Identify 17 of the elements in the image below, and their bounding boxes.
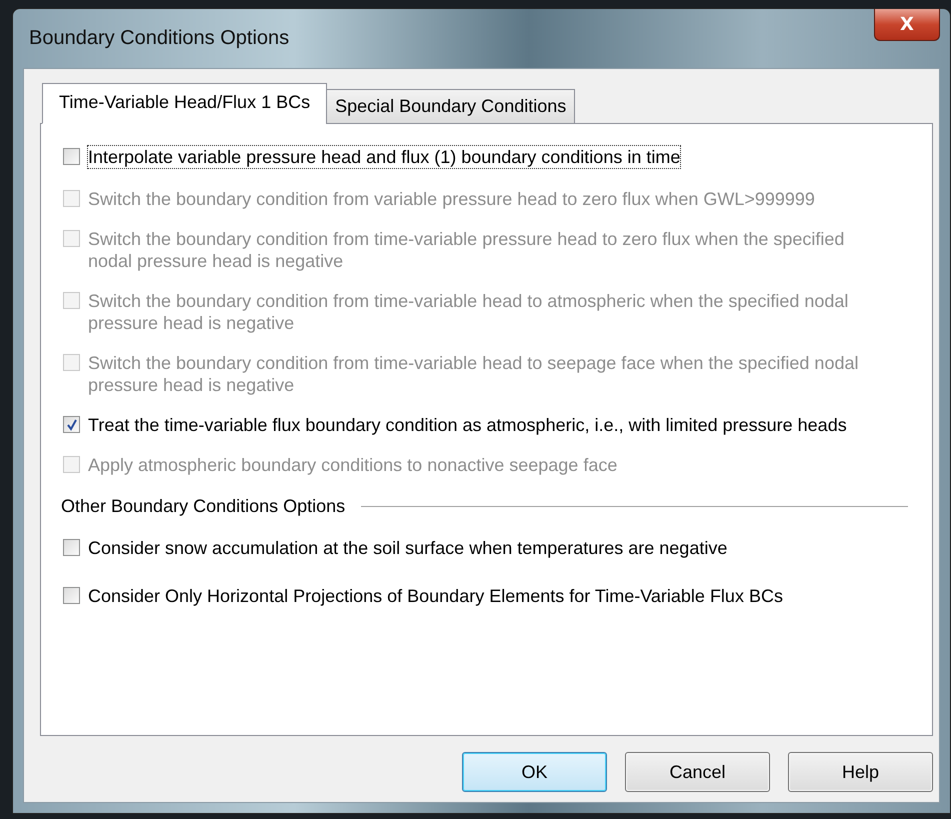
checkbox[interactable] — [63, 148, 80, 165]
dialog-button[interactable]: Cancel — [625, 752, 770, 792]
checkbox[interactable] — [63, 587, 80, 604]
checkbox[interactable] — [63, 416, 80, 433]
checkbox-label[interactable]: Consider Only Horizontal Projections of Boundary Elements for Time-Variable Flux BCs — [88, 585, 783, 607]
dialog-button[interactable]: Help — [788, 752, 933, 792]
checkbox-label[interactable]: Treat the time-variable flux boundary condition as atmospheric, i.e., with limited pressure heads — [88, 414, 847, 436]
tab[interactable]: Time-Variable Head/Flux 1 BCs — [42, 83, 328, 124]
check-icon — [66, 418, 78, 430]
section-title: Other Boundary Conditions Options — [61, 496, 346, 517]
checkbox-label[interactable]: Interpolate variable pressure head and flux (1) boundary conditions in time — [88, 146, 680, 168]
close-button[interactable]: X — [874, 9, 940, 41]
window-title: Boundary Conditions Options — [29, 27, 290, 50]
tab[interactable]: Special Boundary Conditions — [326, 89, 576, 124]
dialog-button[interactable]: OK — [462, 752, 607, 792]
checkbox[interactable] — [63, 539, 80, 556]
checkbox-label[interactable]: Consider snow accumulation at the soil surface when temperatures are negative — [88, 537, 728, 559]
